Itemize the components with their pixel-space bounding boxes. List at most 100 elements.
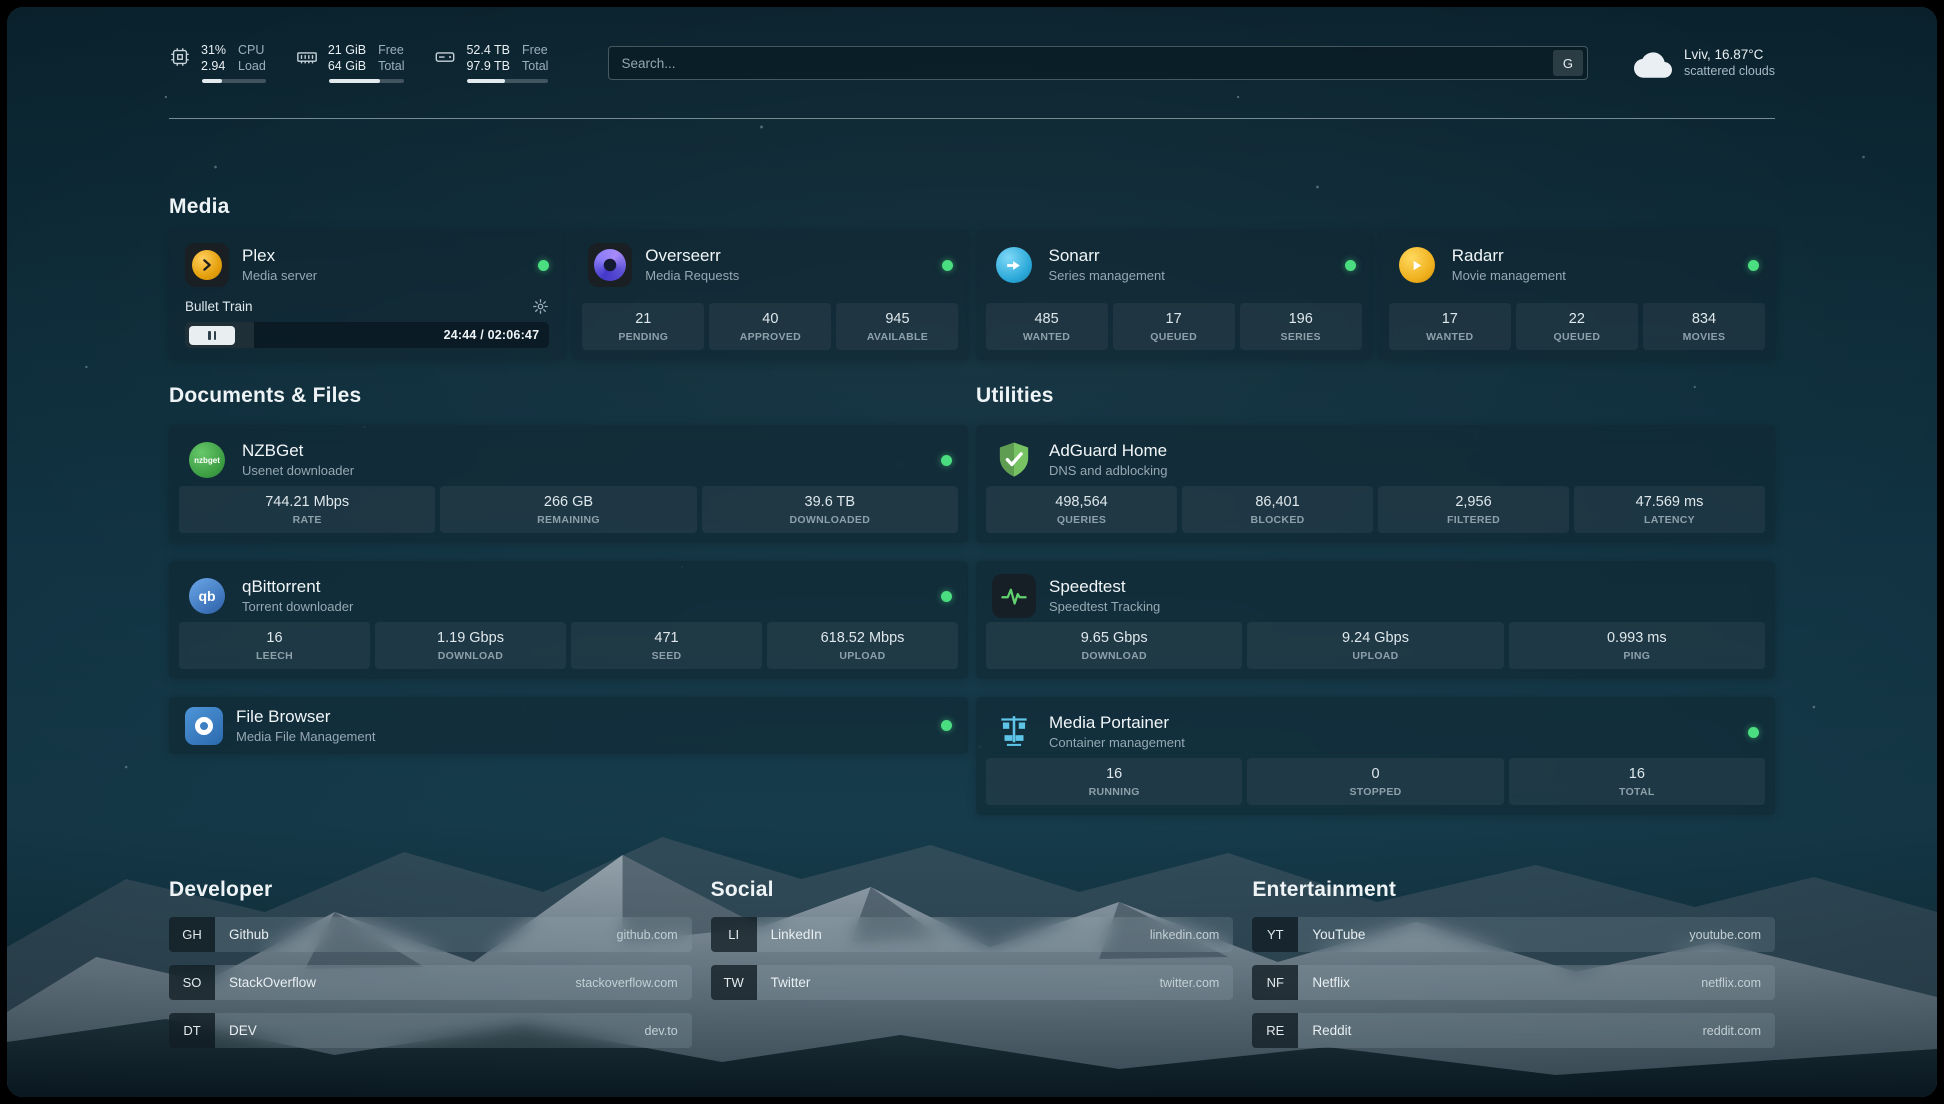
bookmark-dev[interactable]: DT DEV dev.to [169, 1013, 692, 1048]
bookmark-reddit[interactable]: RE Reddit reddit.com [1252, 1013, 1775, 1048]
filebrowser-icon [185, 707, 223, 745]
service-subtitle: Speedtest Tracking [1049, 598, 1160, 615]
service-subtitle: Movie management [1452, 267, 1566, 284]
service-stats: 744.21 MbpsRATE 266 GBREMAINING 39.6 TBD… [169, 486, 968, 533]
bookmarks: Developer GH Github github.com SO StackO… [169, 877, 1775, 1061]
cloud-icon [1634, 49, 1672, 78]
pause-icon [208, 331, 211, 340]
service-card-filebrowser[interactable]: File Browser Media File Management [169, 697, 968, 754]
service-card-overseerr[interactable]: Overseerr Media Requests 21PENDING 40APP… [572, 230, 968, 360]
weather-condition: scattered clouds [1684, 63, 1775, 81]
bookmark-domain: github.com [617, 928, 678, 942]
memory-total-label: Total [378, 59, 404, 75]
bookmark-abbr: GH [169, 917, 215, 952]
service-subtitle: Torrent downloader [242, 598, 353, 615]
portainer-icon [992, 710, 1036, 754]
bookmark-stackoverflow[interactable]: SO StackOverflow stackoverflow.com [169, 965, 692, 1000]
bookmark-group-social: Social LI LinkedIn linkedin.com TW Twitt… [711, 877, 1234, 1061]
memory-usage-bar [329, 79, 405, 83]
plex-progress-bar: 24:44 / 02:06:47 [185, 322, 549, 348]
topbar: 31% 2.94 CPU Load [169, 7, 1775, 83]
section-title-social: Social [711, 877, 1234, 903]
bookmark-name: StackOverflow [229, 975, 316, 990]
service-name: Radarr [1452, 246, 1566, 266]
speedtest-icon [992, 574, 1036, 618]
bookmark-twitter[interactable]: TW Twitter twitter.com [711, 965, 1234, 1000]
bookmark-youtube[interactable]: YT YouTube youtube.com [1252, 917, 1775, 952]
dashboard-window: 31% 2.94 CPU Load [7, 7, 1937, 1097]
section-documents: Documents & Files nzbget NZBGet Usenet d… [169, 383, 968, 815]
service-card-plex[interactable]: Plex Media server Bullet Train [169, 230, 565, 360]
disk-free: 52.4 TB [466, 43, 510, 59]
section-title-developer: Developer [169, 877, 692, 903]
service-subtitle: Media File Management [236, 728, 375, 745]
plex-settings-button[interactable] [532, 298, 549, 315]
bookmark-name: Netflix [1312, 975, 1350, 990]
cpu-icon [169, 46, 191, 68]
cpu-load-label: Load [238, 59, 266, 75]
weather-widget: Lviv, 16.87°C scattered clouds [1634, 46, 1775, 81]
service-name: AdGuard Home [1049, 441, 1168, 461]
search-input[interactable] [621, 56, 1553, 71]
bookmark-abbr: NF [1252, 965, 1298, 1000]
disk-widget: 52.4 TB 97.9 TB Free Total [434, 43, 548, 83]
status-dot [1345, 260, 1356, 271]
bookmark-name: YouTube [1312, 927, 1365, 942]
search-bar[interactable]: G [608, 46, 1588, 80]
memory-widget: 21 GiB 64 GiB Free Total [296, 43, 405, 83]
section-title-entertainment: Entertainment [1252, 877, 1775, 903]
weather-location: Lviv, 16.87°C [1684, 46, 1775, 64]
nzbget-icon: nzbget [185, 438, 229, 482]
bookmark-domain: twitter.com [1160, 976, 1220, 990]
section-title-utilities: Utilities [976, 383, 1775, 409]
service-card-adguard[interactable]: AdGuard Home DNS and adblocking 498,564Q… [976, 425, 1775, 543]
radarr-icon [1395, 243, 1439, 287]
cpu-usage-bar [202, 79, 266, 83]
pause-button[interactable] [189, 326, 235, 345]
service-subtitle: DNS and adblocking [1049, 462, 1168, 479]
disk-icon [434, 46, 456, 68]
cpu-label: CPU [238, 43, 266, 59]
bookmark-domain: reddit.com [1703, 1024, 1761, 1038]
memory-total: 64 GiB [328, 59, 366, 75]
bookmark-github[interactable]: GH Github github.com [169, 917, 692, 952]
cpu-widget: 31% 2.94 CPU Load [169, 43, 266, 83]
bookmark-linkedin[interactable]: LI LinkedIn linkedin.com [711, 917, 1234, 952]
bookmark-domain: stackoverflow.com [576, 976, 678, 990]
bookmark-abbr: YT [1252, 917, 1298, 952]
service-name: Media Portainer [1049, 713, 1185, 733]
bookmark-name: Twitter [771, 975, 811, 990]
bookmark-name: DEV [229, 1023, 257, 1038]
disk-total-label: Total [522, 59, 548, 75]
overseerr-icon [588, 243, 632, 287]
service-card-radarr[interactable]: Radarr Movie management 17WANTED 22QUEUE… [1379, 230, 1775, 360]
service-stats: 17WANTED 22QUEUED 834MOVIES [1379, 303, 1775, 350]
bookmark-domain: netflix.com [1701, 976, 1761, 990]
service-name: File Browser [236, 707, 375, 727]
disk-free-label: Free [522, 43, 548, 59]
service-card-qbittorrent[interactable]: qb qBittorrent Torrent downloader 16LEEC… [169, 561, 968, 679]
service-card-portainer[interactable]: Media Portainer Container management 16R… [976, 697, 1775, 815]
sonarr-icon [992, 243, 1036, 287]
status-dot [942, 260, 953, 271]
adguard-icon [992, 438, 1036, 482]
service-card-nzbget[interactable]: nzbget NZBGet Usenet downloader 744.21 M… [169, 425, 968, 543]
service-card-speedtest[interactable]: Speedtest Speedtest Tracking 9.65 GbpsDO… [976, 561, 1775, 679]
service-card-sonarr[interactable]: Sonarr Series management 485WANTED 17QUE… [976, 230, 1372, 360]
service-stats: 16RUNNING 0STOPPED 16TOTAL [976, 758, 1775, 805]
status-dot [1748, 260, 1759, 271]
service-name: Plex [242, 246, 317, 266]
service-subtitle: Usenet downloader [242, 462, 354, 479]
bookmark-abbr: RE [1252, 1013, 1298, 1048]
service-stats: 21PENDING 40APPROVED 945AVAILABLE [572, 303, 968, 350]
memory-icon [296, 46, 318, 68]
media-cards: Plex Media server Bullet Train [169, 230, 1775, 360]
search-provider-button[interactable]: G [1553, 50, 1583, 76]
gear-icon [532, 298, 549, 315]
service-stats: 16LEECH 1.19 GbpsDOWNLOAD 471SEED 618.52… [169, 622, 968, 669]
resource-monitors: 31% 2.94 CPU Load [169, 43, 548, 83]
bookmark-netflix[interactable]: NF Netflix netflix.com [1252, 965, 1775, 1000]
bookmark-group-entertainment: Entertainment YT YouTube youtube.com NF … [1252, 877, 1775, 1061]
bookmark-name: LinkedIn [771, 927, 822, 942]
service-subtitle: Media server [242, 267, 317, 284]
